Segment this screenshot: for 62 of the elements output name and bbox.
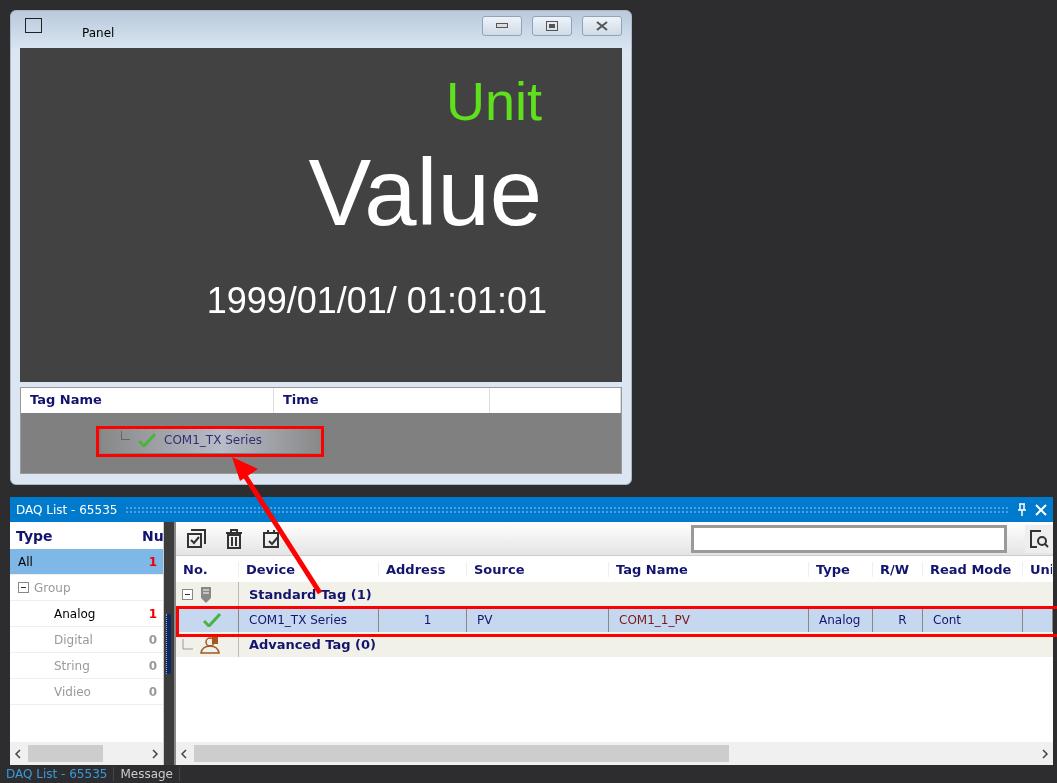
type-count: 0 [147, 658, 158, 673]
column-header: Type [15, 527, 54, 544]
column-header[interactable]: Read Mode [923, 561, 1023, 577]
column-header[interactable]: Address [379, 561, 467, 577]
close-icon [596, 20, 608, 31]
check-icon [138, 433, 156, 447]
chevron-left-icon[interactable] [14, 748, 22, 759]
search-field[interactable] [691, 524, 1007, 553]
type-label: All [18, 554, 33, 569]
tag-name: COM1_TX Series [164, 433, 263, 447]
tag-icon [199, 585, 213, 604]
type-tree-item[interactable]: All 1 [10, 549, 163, 575]
type-label: String [54, 658, 90, 673]
type-count: 0 [147, 684, 158, 699]
value-label: Value [308, 146, 542, 240]
column-header: Nu [141, 527, 163, 544]
check-icon [203, 612, 221, 627]
horizontal-scrollbar[interactable] [10, 742, 163, 765]
column-header[interactable]: Device [239, 561, 379, 577]
chevron-left-icon[interactable] [180, 748, 188, 759]
type-count: 1 [147, 606, 158, 621]
column-header[interactable]: Tag Name [609, 561, 809, 577]
window-title: Panel [82, 25, 116, 40]
unit-label: Unit [445, 70, 542, 132]
status-tab[interactable]: Message [114, 767, 180, 781]
column-header[interactable]: No. [176, 561, 239, 577]
type-label: Digital [54, 632, 93, 647]
type-label: Vidieo [54, 684, 91, 699]
group-label: Standard Tag (1) [248, 587, 373, 602]
panel-title: DAQ List - 65535 [16, 502, 118, 517]
minimize-button[interactable] [482, 15, 522, 36]
column-header[interactable]: Type [809, 561, 873, 577]
collapse-icon[interactable] [182, 589, 193, 600]
column-header[interactable]: Source [467, 561, 609, 577]
type-label: Group [34, 580, 71, 595]
close-icon[interactable] [1035, 503, 1047, 516]
alarm-row[interactable]: COM1_TX Series [101, 427, 321, 453]
column-header: Tag Name [21, 388, 274, 413]
maximize-button[interactable] [532, 15, 572, 36]
column-header[interactable]: R/W [873, 561, 923, 577]
trash-icon[interactable] [224, 528, 244, 549]
user-icon [199, 635, 221, 654]
type-label: Analog [54, 606, 96, 621]
search-button[interactable] [1025, 524, 1053, 553]
calendar-check-icon[interactable] [262, 528, 282, 549]
tag-row[interactable]: COM1_TX Series 1 PV COM1_1_PV Analog R Cont [176, 607, 1053, 632]
horizontal-scrollbar[interactable] [176, 742, 1053, 765]
status-tab[interactable]: DAQ List - 65535 [0, 767, 115, 781]
column-header: Time [274, 388, 490, 413]
timestamp: 1999/01/01/ 01:01:01 [206, 280, 547, 322]
type-count: 0 [147, 632, 158, 647]
pin-icon[interactable] [1017, 502, 1027, 517]
select-all-icon[interactable] [186, 528, 206, 549]
minimize-icon [496, 23, 508, 28]
chevron-right-icon[interactable] [151, 748, 159, 759]
type-count: 1 [147, 554, 158, 569]
maximize-icon [546, 20, 558, 31]
group-label: Advanced Tag (0) [248, 637, 377, 652]
window-icon [25, 18, 42, 33]
close-button[interactable] [582, 15, 622, 36]
chevron-right-icon[interactable] [1041, 748, 1049, 759]
tag-group-row[interactable]: Standard Tag (1) [176, 582, 1053, 607]
